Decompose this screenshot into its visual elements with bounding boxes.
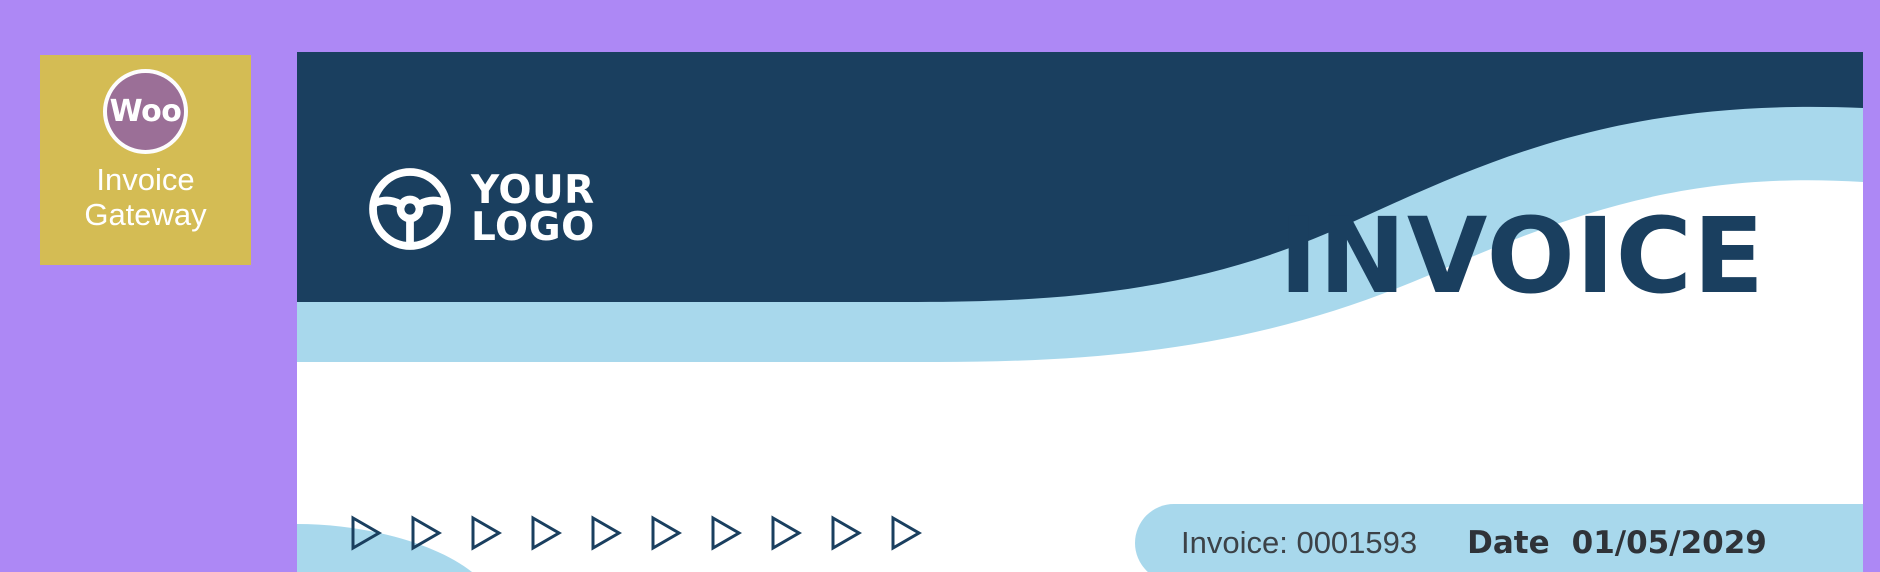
plugin-tile-caption-line-1: Invoice xyxy=(96,162,195,197)
triangle-decoration-strip xyxy=(349,514,923,552)
steering-wheel-icon xyxy=(369,168,451,250)
triangle-right-icon xyxy=(471,515,503,551)
invoice-meta-bar: Invoice: 0001593 Date 01/05/2029 xyxy=(1135,504,1863,572)
triangle-right-icon xyxy=(531,515,563,551)
invoice-date-value: 01/05/2029 xyxy=(1571,525,1767,561)
invoice-document-card: YOUR LOGO INVOICE Invoice: 0001593 Date … xyxy=(297,52,1863,572)
triangle-right-icon xyxy=(831,515,863,551)
woo-invoice-gateway-tile[interactable]: Woo Invoice Gateway xyxy=(40,55,251,265)
company-logo[interactable]: YOUR LOGO xyxy=(367,166,595,252)
triangle-right-icon xyxy=(411,515,443,551)
logo-wordmark-line-1: YOUR xyxy=(471,167,595,213)
invoice-number: Invoice: 0001593 xyxy=(1181,525,1418,560)
invoice-date-label: Date xyxy=(1467,525,1550,561)
screenshot-root: Woo Invoice Gateway YOUR LOGO INVOICE In… xyxy=(0,0,1880,572)
triangle-right-icon xyxy=(591,515,623,551)
page-title: INVOICE xyxy=(1279,195,1765,317)
woo-badge-label: Woo xyxy=(109,93,182,129)
triangle-right-icon xyxy=(351,515,383,551)
logo-wordmark: YOUR LOGO xyxy=(471,167,595,250)
triangle-right-icon xyxy=(771,515,803,551)
woo-logo-icon: Woo xyxy=(103,69,188,154)
plugin-tile-caption: Invoice Gateway xyxy=(84,162,207,232)
triangle-right-icon xyxy=(711,515,743,551)
triangle-right-icon xyxy=(891,515,923,551)
logo-wordmark-line-2: LOGO xyxy=(471,205,595,250)
triangle-right-icon xyxy=(651,515,683,551)
plugin-tile-caption-line-2: Gateway xyxy=(84,196,207,232)
